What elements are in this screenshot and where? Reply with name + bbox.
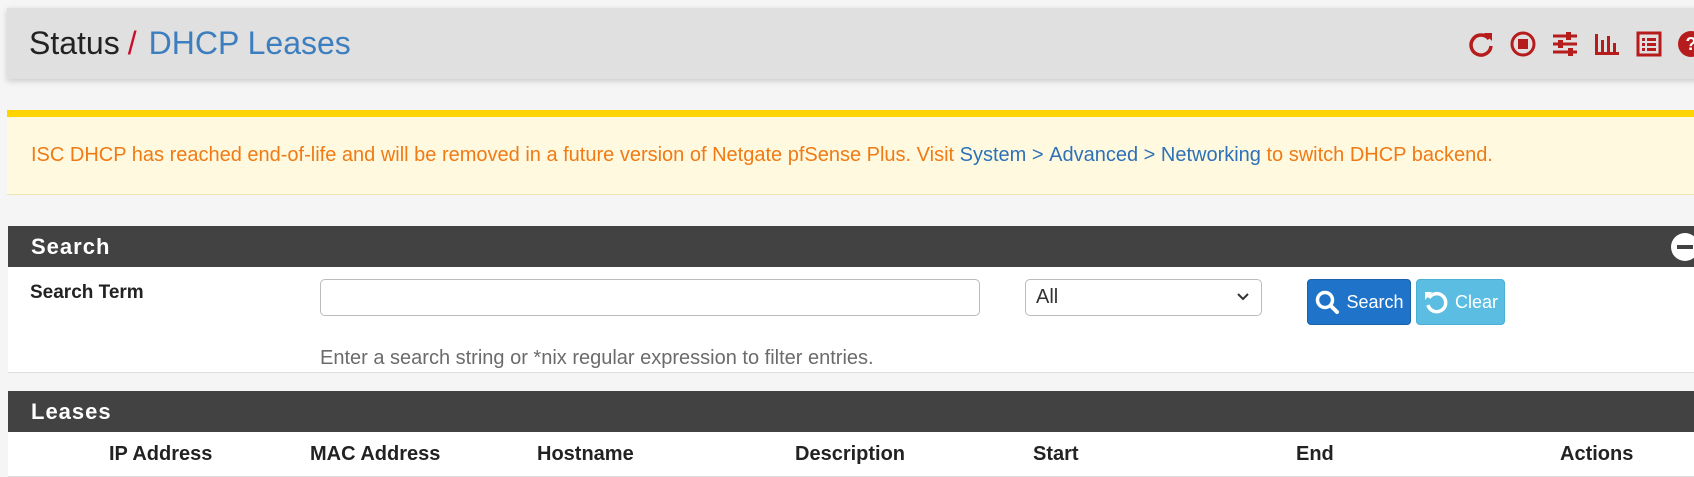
alert-text-end: to switch DHCP backend. — [1260, 144, 1493, 166]
reload-icon[interactable] — [1465, 28, 1497, 60]
column-header-start[interactable]: Start — [1033, 443, 1079, 466]
search-term-label: Search Term — [30, 282, 144, 303]
undo-icon — [1424, 291, 1448, 314]
search-help-text: Enter a search string or *nix regular ex… — [320, 347, 874, 369]
search-button-label: Search — [1346, 291, 1404, 312]
search-input[interactable] — [320, 279, 980, 316]
alert-link-system[interactable]: System — [960, 144, 1027, 167]
breadcrumb: Status / DHCP Leases — [29, 8, 351, 79]
column-header-actions: Actions — [1560, 443, 1634, 465]
breadcrumb-separator: / — [127, 25, 137, 61]
search-icon — [1316, 290, 1340, 314]
sliders-icon[interactable] — [1549, 28, 1581, 60]
search-panel-title: Search — [31, 233, 111, 259]
bar-chart-icon[interactable] — [1591, 28, 1623, 60]
select-value: All — [1036, 286, 1059, 308]
column-header-ip[interactable]: IP Address — [109, 443, 212, 466]
clear-button-label: Clear — [1454, 291, 1498, 312]
search-field-select[interactable]: All — [1025, 279, 1262, 316]
stop-icon[interactable] — [1507, 28, 1539, 60]
breadcrumb-current[interactable]: DHCP Leases — [149, 25, 351, 62]
alert-text: ISC DHCP has reached end-of-life and wil… — [31, 144, 960, 166]
leases-panel-title: Leases — [31, 398, 112, 424]
alert-link-networking[interactable]: Networking — [1161, 144, 1261, 167]
eol-warning-alert: ISC DHCP has reached end-of-life and wil… — [7, 110, 1694, 195]
list-icon[interactable] — [1633, 28, 1665, 60]
column-header-hostname[interactable]: Hostname — [537, 443, 634, 466]
column-header-mac[interactable]: MAC Address — [310, 443, 440, 466]
header-icon-bar: ? — [1465, 8, 1694, 79]
breadcrumb-parent[interactable]: Status — [29, 25, 120, 62]
collapse-icon[interactable] — [1671, 233, 1694, 261]
chevron-down-icon — [1237, 293, 1249, 301]
search-button[interactable]: Search — [1307, 279, 1411, 325]
leases-panel-heading: Leases — [8, 391, 1694, 432]
page-header: Status / DHCP Leases ? — [7, 8, 1694, 79]
alert-sep: > — [1138, 144, 1161, 166]
column-header-description[interactable]: Description — [795, 443, 905, 466]
clear-button[interactable]: Clear — [1416, 279, 1505, 325]
column-header-end[interactable]: End — [1296, 443, 1334, 466]
help-icon[interactable]: ? — [1675, 28, 1694, 60]
svg-text:?: ? — [1686, 34, 1694, 54]
search-panel-heading: Search — [8, 226, 1694, 267]
alert-link-advanced[interactable]: Advanced — [1049, 144, 1138, 167]
alert-sep: > — [1026, 144, 1050, 166]
